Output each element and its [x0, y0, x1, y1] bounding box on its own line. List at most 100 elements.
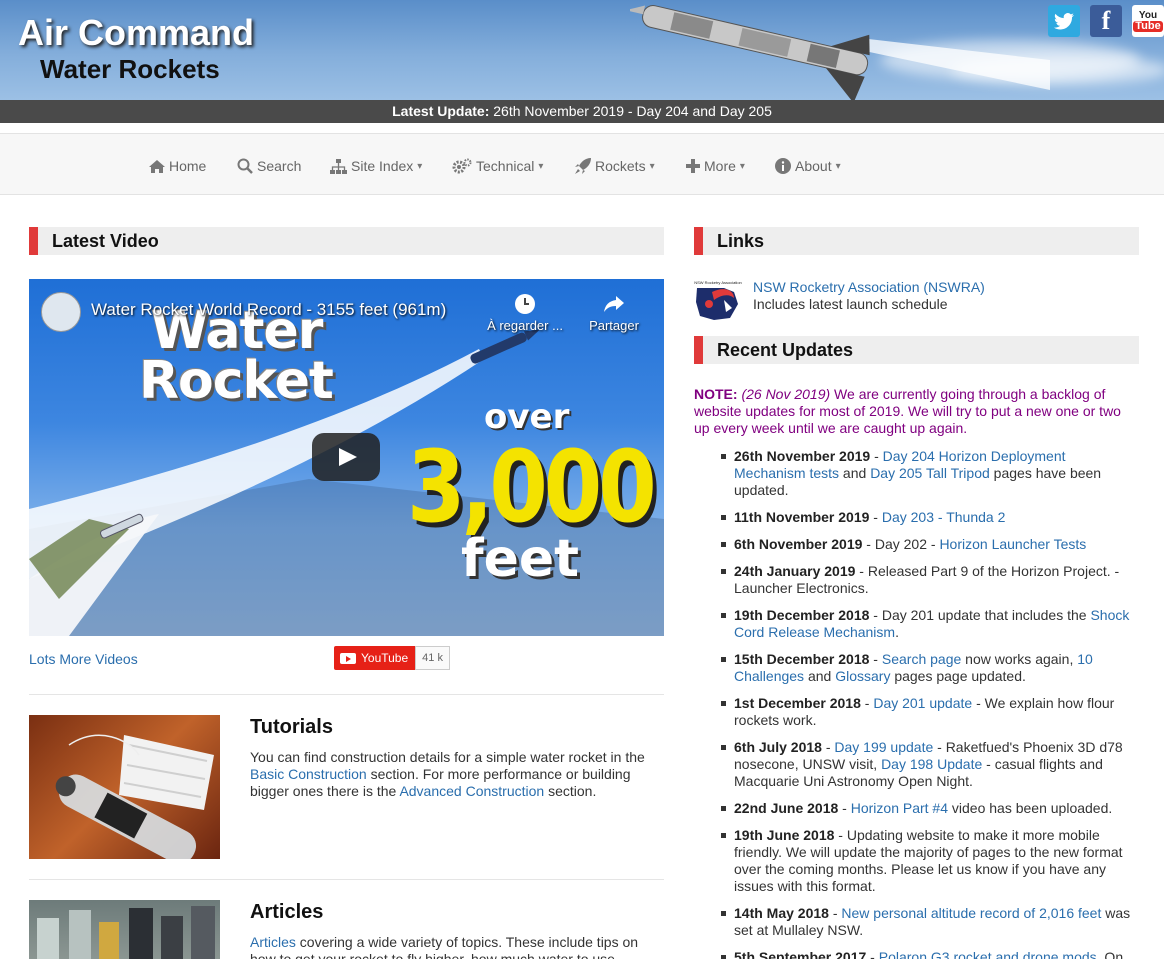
nav-rockets-label: Rockets	[595, 158, 646, 174]
latest-video-heading: Latest Video	[29, 227, 664, 255]
backlog-note: NOTE: (26 Nov 2019) We are currently goi…	[694, 386, 1134, 437]
youtube-button-label: YouTube	[361, 651, 409, 665]
header-banner: Air Command Water Rockets f You Tube	[0, 0, 1164, 100]
update-text: -	[866, 949, 879, 959]
update-link[interactable]: Glossary	[835, 668, 890, 684]
list-item: 24th January 2019 - Released Part 9 of t…	[720, 563, 1140, 597]
nswra-logo[interactable]: NSW Rocketry Association	[694, 278, 742, 322]
update-text: -	[869, 509, 882, 525]
divider	[29, 879, 664, 880]
chevron-down-icon: ▾	[649, 160, 655, 172]
update-text: pages page updated.	[890, 668, 1026, 684]
share-icon	[604, 296, 624, 312]
search-icon	[237, 158, 253, 174]
nav-search[interactable]: Search	[237, 158, 301, 174]
update-link[interactable]: Day 198 Update	[881, 756, 982, 772]
youtube-subscribe-button[interactable]: YouTube	[334, 646, 416, 670]
tutorials-title: Tutorials	[250, 716, 333, 738]
more-videos-link[interactable]: Lots More Videos	[29, 651, 138, 667]
articles-title: Articles	[250, 901, 324, 923]
update-link[interactable]: Polaron G3 rocket and drone mods	[879, 949, 1097, 959]
update-date: 6th July 2018	[734, 739, 822, 755]
nav-search-label: Search	[257, 158, 302, 174]
list-item: 22nd June 2018 - Horizon Part #4 video h…	[720, 800, 1140, 817]
nav-about-label: About	[795, 158, 832, 174]
basic-construction-link[interactable]: Basic Construction	[250, 766, 367, 782]
play-button[interactable]	[312, 433, 380, 481]
update-text: and	[839, 465, 871, 481]
list-item: 5th September 2017 - Polaron G3 rocket a…	[720, 949, 1140, 959]
nav-technical[interactable]: Technical ▾	[452, 158, 543, 174]
nav-home-label: Home	[169, 158, 207, 174]
video-player[interactable]: Water Rocket over 3,000 feet Water Rocke…	[29, 279, 664, 636]
articles-image[interactable]	[29, 900, 220, 959]
tutorials-image[interactable]	[29, 715, 220, 859]
nav-about[interactable]: About ▾	[775, 158, 841, 174]
nav-more[interactable]: More ▾	[686, 158, 745, 174]
share-label: Partager	[589, 318, 639, 333]
update-link[interactable]: New personal altitude record of 2,016 fe…	[841, 905, 1101, 921]
note-date: (26 Nov 2019)	[737, 386, 831, 402]
thumbnail-text-rocket: Rocket	[139, 351, 334, 411]
nswra-logo-text: NSW Rocketry Association	[694, 280, 742, 285]
main-nav: Home Search Site Index ▾ Technical ▾ Rocke…	[0, 133, 1164, 195]
update-text: -	[828, 905, 842, 921]
sitemap-icon	[330, 158, 347, 174]
nswra-link[interactable]: NSW Rocketry Association (NSWRA)	[753, 279, 985, 295]
list-item: 15th December 2018 - Search page now wor…	[720, 651, 1140, 685]
subscriber-count: 41 k	[415, 646, 450, 670]
tutorials-text-1: You can find construction details for a …	[250, 749, 645, 765]
update-text: - Day 201 update that includes the	[869, 607, 1091, 623]
watch-later-button[interactable]: À regarder ...	[485, 293, 565, 333]
update-date: 19th June 2018	[734, 827, 835, 843]
latest-update-label: Latest Update:	[392, 103, 490, 119]
chevron-down-icon: ▾	[739, 160, 745, 172]
update-link[interactable]: Day 201 update	[873, 695, 972, 711]
update-text: .	[895, 624, 899, 640]
nav-home[interactable]: Home	[149, 158, 206, 174]
update-text: -	[870, 448, 883, 464]
youtube-icon[interactable]: You Tube	[1132, 5, 1164, 37]
update-date: 14th May 2018	[734, 905, 829, 921]
clock-icon	[515, 294, 535, 314]
nswra-description: Includes latest launch schedule	[753, 296, 948, 312]
chevron-down-icon: ▾	[538, 160, 544, 172]
list-item: 11th November 2019 - Day 203 - Thunda 2	[720, 509, 1140, 526]
channel-avatar[interactable]	[41, 292, 81, 332]
list-item: 14th May 2018 - New personal altitude re…	[720, 905, 1140, 939]
update-date: 24th January 2019	[734, 563, 856, 579]
update-link[interactable]: Horizon Launcher Tests	[939, 536, 1086, 552]
thumbnail-text-feet: feet	[461, 529, 580, 589]
update-link[interactable]: Horizon Part #4	[851, 800, 948, 816]
update-text: -	[869, 651, 882, 667]
update-date: 11th November 2019	[734, 509, 870, 525]
video-title[interactable]: Water Rocket World Record - 3155 feet (9…	[91, 300, 446, 320]
share-button[interactable]: Partager	[582, 293, 646, 333]
update-date: 26th November 2019	[734, 448, 871, 464]
nav-technical-label: Technical	[476, 158, 535, 174]
twitter-icon[interactable]	[1048, 5, 1080, 37]
tutorials-text-3: section.	[544, 783, 597, 799]
latest-update-bar: Latest Update: 26th November 2019 - Day …	[0, 100, 1164, 123]
youtube-subscribe[interactable]: YouTube 41 k	[334, 646, 450, 670]
recent-updates-list: 26th November 2019 - Day 204 Horizon Dep…	[720, 448, 1140, 959]
update-date: 6th November 2019	[734, 536, 863, 552]
update-link[interactable]: Day 203 - Thunda 2	[882, 509, 1006, 525]
nav-site-index[interactable]: Site Index ▾	[330, 158, 422, 174]
update-text: -	[821, 739, 835, 755]
watch-later-label: À regarder ...	[487, 318, 563, 333]
thumbnail-text-3000: 3,000	[407, 429, 657, 545]
site-subtitle: Water Rockets	[40, 54, 220, 84]
banner-rocket-image	[630, 5, 1050, 100]
update-link[interactable]: Search page	[882, 651, 961, 667]
site-title[interactable]: Air Command	[18, 12, 254, 54]
facebook-icon[interactable]: f	[1090, 5, 1122, 37]
list-item: 19th June 2018 - Updating website to mak…	[720, 827, 1140, 895]
nav-rockets[interactable]: Rockets ▾	[575, 158, 655, 174]
update-link[interactable]: Day 199 update	[834, 739, 933, 755]
update-link[interactable]: Day 205 Tall Tripod	[870, 465, 990, 481]
plus-icon	[686, 159, 700, 173]
advanced-construction-link[interactable]: Advanced Construction	[399, 783, 544, 799]
youtube-icon-tube: Tube	[1133, 20, 1163, 32]
articles-link[interactable]: Articles	[250, 934, 296, 950]
